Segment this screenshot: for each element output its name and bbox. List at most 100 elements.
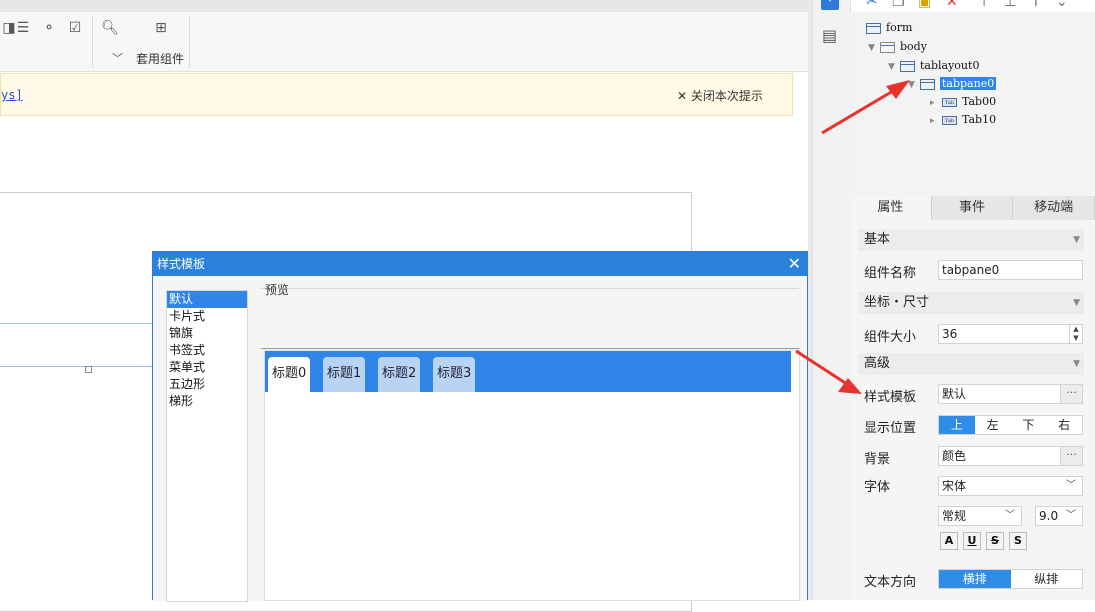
name-label: 组件名称 (864, 266, 917, 281)
font-family-select[interactable]: 宋体 ﹀ (938, 476, 1083, 496)
template-item-trapezoid[interactable]: 梯形 (167, 393, 247, 410)
expand-arrow-icon[interactable]: ▼ (868, 40, 880, 56)
tree-node-form[interactable]: form (866, 20, 912, 36)
background-value: 颜色 (942, 449, 967, 463)
template-item-bookmark[interactable]: 书签式 (167, 342, 247, 359)
tree-toolbar: ✂ ❐ ▣ ✕ ⊤ ⊥ ↑ ⌄ (850, 0, 1095, 12)
preview-tab-2[interactable]: 标题2 (378, 357, 421, 392)
chevron-down-icon: ﹀ (1005, 510, 1015, 521)
background-field[interactable]: 颜色 ··· (938, 446, 1083, 466)
preview-tab-0[interactable]: 标题0 (268, 357, 311, 392)
resize-handle[interactable] (85, 366, 92, 373)
property-tabs: 属性 事件 移动端 (850, 196, 1095, 220)
move-up-icon[interactable]: ↑ (1030, 0, 1042, 10)
tree-node-tab00[interactable]: ▸ Tab Tab00 (930, 94, 996, 110)
tree-node-tabpane[interactable]: ▼ tabpane0 (908, 76, 997, 93)
component-name-input[interactable]: tabpane0 (938, 260, 1083, 280)
tablayout-icon (900, 60, 915, 72)
shadow-button[interactable]: S (1009, 532, 1027, 550)
font-size-value: 9.0 (1039, 509, 1059, 523)
tab-events[interactable]: 事件 (932, 196, 1014, 220)
template-item-menu[interactable]: 菜单式 (167, 359, 247, 376)
font-family-value: 宋体 (942, 479, 967, 493)
chevron-down-icon: ﹀ (1066, 480, 1076, 491)
close-notice-button[interactable]: ✕ 关闭本次提示 (677, 87, 763, 104)
preview-frame (261, 288, 799, 349)
apply-component-label[interactable]: 套用组件 (136, 50, 184, 67)
component-size-stepper[interactable]: 36 ▲ ▼ (938, 324, 1083, 344)
template-item-default[interactable]: 默认 (167, 291, 247, 308)
section-basic-label: 基本 (864, 232, 891, 247)
position-left-option[interactable]: 左 (975, 416, 1011, 434)
expand-arrow-icon[interactable]: ▼ (908, 77, 920, 93)
notice-link[interactable]: ys] (1, 88, 23, 102)
layout-panel-icon[interactable]: ▤ (822, 26, 837, 45)
style-template-field[interactable]: 默认 ··· (938, 384, 1083, 404)
template-item-pennant[interactable]: 锦旗 (167, 325, 247, 342)
expand-arrow-icon[interactable]: ▸ (930, 95, 942, 111)
move-down-icon[interactable]: ⌄ (1056, 0, 1068, 10)
preview-tab-1[interactable]: 标题1 (323, 357, 366, 392)
background-label: 背景 (864, 452, 891, 467)
section-pos-label: 坐标・尺寸 (864, 295, 930, 310)
position-top-option[interactable]: 上 (939, 416, 975, 434)
template-item-pentagon[interactable]: 五边形 (167, 376, 247, 393)
form-icon (866, 22, 881, 34)
size-value: 36 (942, 327, 958, 341)
radio-list-icon[interactable]: ⚬ (40, 18, 58, 38)
position-bottom-option[interactable]: 下 (1011, 416, 1047, 434)
move-bottom-icon[interactable]: ⊥ (1004, 0, 1016, 10)
expand-arrow-icon[interactable]: ▼ (888, 59, 900, 75)
dropdown-toggle-icon[interactable]: ▾ (821, 0, 839, 10)
tab-mobile[interactable]: 移动端 (1013, 196, 1095, 220)
tab-properties[interactable]: 属性 (850, 196, 932, 220)
more-icon[interactable]: ··· (1060, 385, 1082, 403)
dialog-title-bar[interactable]: 样式模板 ✕ (153, 252, 807, 276)
paste-icon[interactable]: ▣ (918, 0, 931, 10)
property-pane: 基本 ▼ 组件名称 tabpane0 坐标・尺寸 ▼ 组件大小 36 ▲ ▼ 高级 ▼ … (850, 220, 1095, 600)
move-top-icon[interactable]: ⊤ (978, 0, 990, 10)
section-position-size[interactable]: 坐标・尺寸 ▼ (858, 292, 1084, 314)
tab-icon: Tab (942, 97, 957, 107)
stepper-arrows-icon[interactable]: ▲ ▼ (1069, 325, 1082, 343)
tree-node-tablayout[interactable]: ▼ tablayout0 (888, 58, 979, 74)
section-basic[interactable]: 基本 ▼ (858, 229, 1084, 251)
form-list-icon[interactable]: ☰ (14, 18, 32, 38)
body-icon (880, 41, 895, 53)
tree-node-tab10[interactable]: ▸ Tab Tab10 (930, 112, 996, 128)
more-icon[interactable]: ··· (1060, 447, 1082, 465)
font-size-select[interactable]: 9.0 ﹀ (1035, 506, 1083, 526)
chevron-down-icon[interactable]: ﹀ (112, 50, 123, 66)
notice-banner: ys] ✕ 关闭本次提示 (0, 73, 793, 116)
tree-node-body[interactable]: ▼ body (868, 39, 927, 55)
strikethrough-button[interactable]: S (986, 532, 1004, 550)
search-doc-icon[interactable]: 🔍︎ (101, 18, 119, 38)
font-style-select[interactable]: 常规 ﹀ (938, 506, 1022, 526)
delete-icon[interactable]: ✕ (946, 0, 958, 10)
expand-arrow-icon[interactable]: ▸ (930, 113, 942, 129)
cut-icon[interactable]: ✂ (866, 0, 878, 10)
preview-tab-3[interactable]: 标题3 (433, 357, 476, 392)
toolbar-separator (189, 16, 190, 68)
position-right-option[interactable]: 右 (1046, 416, 1082, 434)
section-adv-label: 高级 (864, 356, 891, 371)
vertical-option[interactable]: 纵排 (1011, 570, 1083, 588)
display-position-segmented: 上 左 下 右 (938, 415, 1083, 435)
underline-button[interactable]: U (963, 532, 981, 550)
text-direction-label: 文本方向 (864, 575, 917, 590)
layout-grid-icon[interactable]: ⊞ (152, 18, 170, 38)
copy-icon[interactable]: ❐ (892, 0, 905, 10)
template-item-card[interactable]: 卡片式 (167, 308, 247, 325)
close-icon[interactable]: ✕ (788, 252, 801, 276)
chevron-down-icon: ▼ (1073, 359, 1080, 369)
bold-button[interactable]: A (940, 532, 958, 550)
style-template-label: 样式模板 (864, 390, 917, 405)
section-advanced[interactable]: 高级 ▼ (858, 353, 1084, 375)
chevron-down-icon: ▼ (1073, 235, 1080, 245)
side-icon-bar (812, 0, 850, 600)
checkbox-list-icon[interactable]: ☑ (66, 18, 84, 38)
close-notice-label: 关闭本次提示 (690, 89, 763, 103)
chevron-down-icon: ﹀ (1066, 510, 1076, 521)
horizontal-option[interactable]: 横排 (939, 570, 1011, 588)
component-tree: form ▼ body ▼ tablayout0 ▼ tabpane0 ▸ Tab Tab… (850, 12, 1095, 196)
